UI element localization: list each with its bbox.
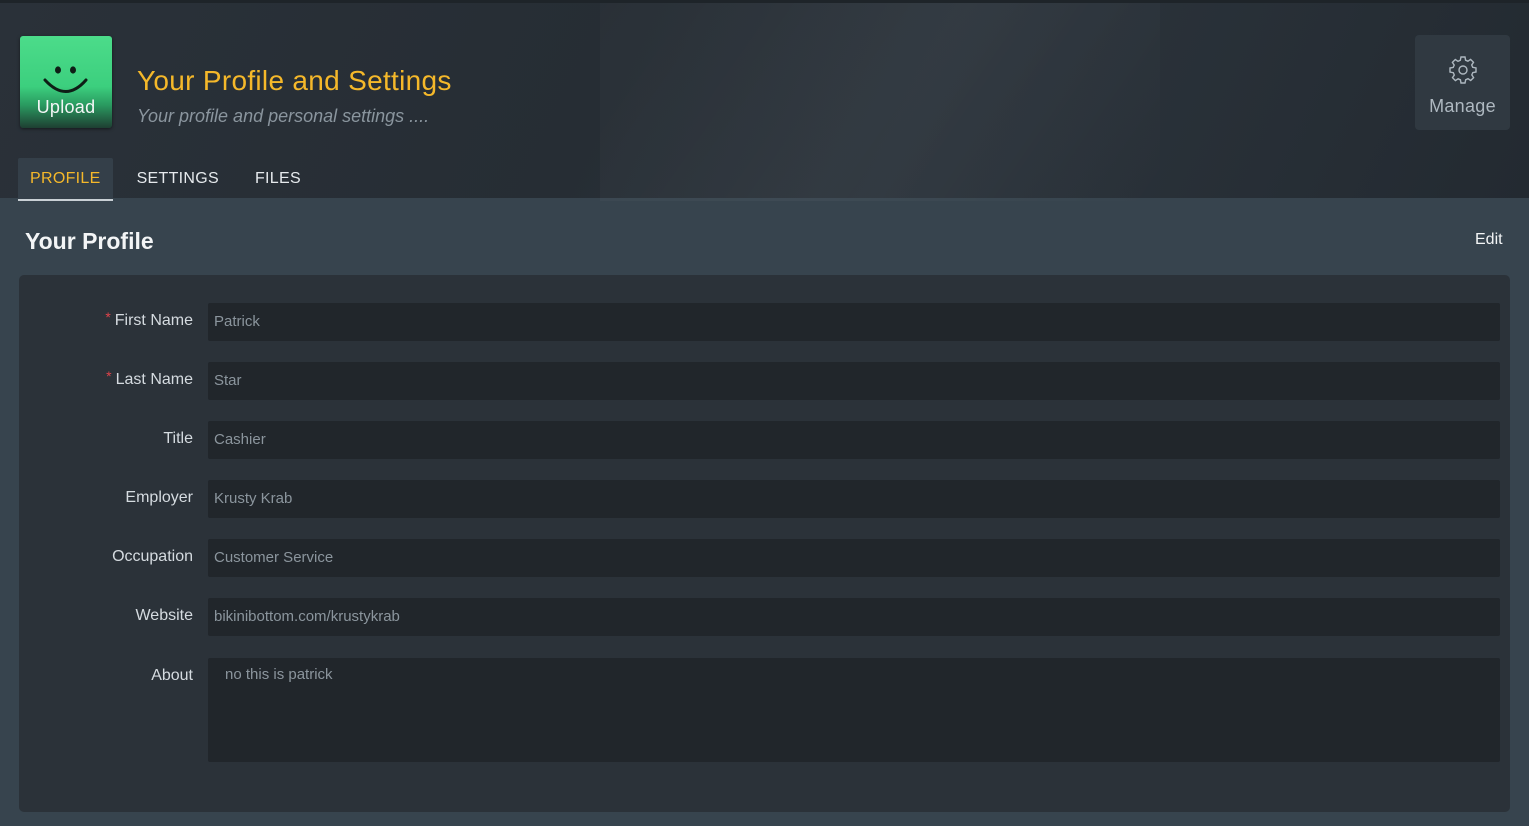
tab-files[interactable]: FILES <box>243 158 313 201</box>
occupation-input[interactable] <box>208 539 1500 577</box>
last-name-label: * Last Name <box>106 368 193 388</box>
gear-icon <box>1449 56 1477 84</box>
upload-label: Upload <box>36 97 96 117</box>
page-header: Upload Your Profile and Settings Your pr… <box>0 0 1529 201</box>
title-label: Title <box>163 430 193 447</box>
profile-form-card: *First Name *Last Name Title Employer Oc… <box>19 275 1510 812</box>
employer-label: Employer <box>125 489 193 506</box>
occupation-label: Occupation <box>112 548 193 565</box>
employer-input[interactable] <box>208 480 1500 518</box>
manage-label: Manage <box>1429 96 1496 116</box>
required-marker: * <box>106 368 112 384</box>
section-title: Your Profile <box>25 228 154 254</box>
last-name-input[interactable] <box>208 362 1500 400</box>
about-textarea[interactable]: no this is patrick <box>208 658 1500 762</box>
first-name-label: * First Name <box>105 309 193 329</box>
first-name-input[interactable] <box>208 303 1500 341</box>
page-subtitle: Your profile and personal settings .... <box>137 106 430 126</box>
required-marker: * <box>105 309 111 325</box>
edit-button[interactable]: Edit <box>1475 231 1503 249</box>
about-label: About <box>151 667 193 684</box>
website-input[interactable] <box>208 598 1500 636</box>
avatar-upload[interactable]: Upload <box>20 36 112 128</box>
tab-settings[interactable]: SETTINGS <box>125 158 231 201</box>
website-label: Website <box>135 607 193 624</box>
page-title: Your Profile and Settings <box>137 65 452 96</box>
tab-profile[interactable]: PROFILE <box>18 158 113 201</box>
tab-bar: PROFILE SETTINGS FILES <box>18 158 325 201</box>
title-input[interactable] <box>208 421 1500 459</box>
manage-button[interactable]: Manage <box>1415 35 1510 130</box>
